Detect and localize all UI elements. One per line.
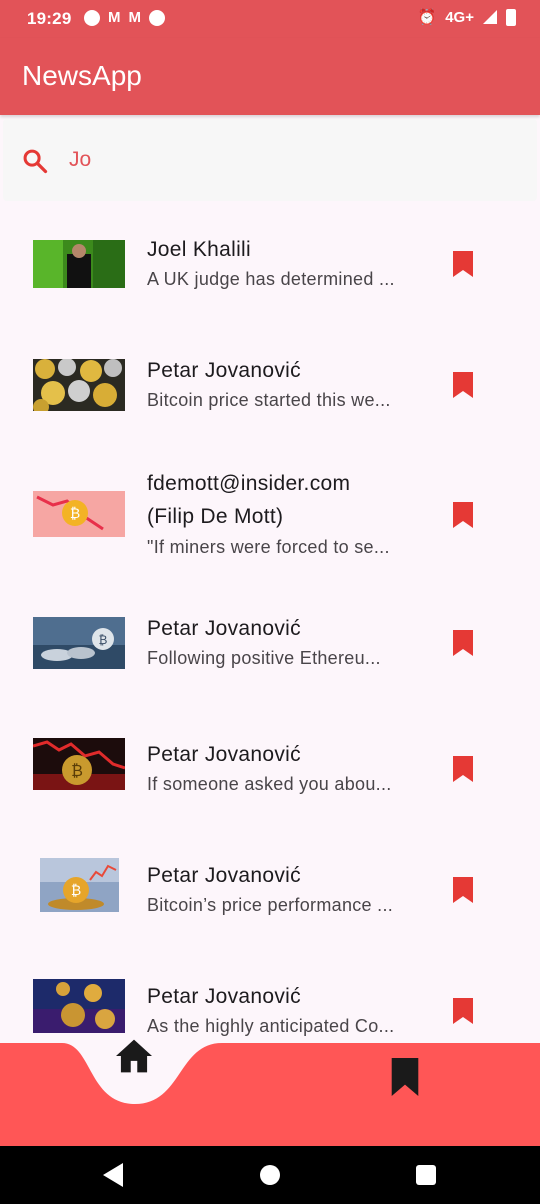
alarm-icon: ⏰ <box>417 9 437 26</box>
back-icon[interactable] <box>103 1163 123 1187</box>
bottom-navigation <box>0 1020 540 1146</box>
svg-text:₿: ₿ <box>99 633 108 647</box>
bookmark-nav-icon[interactable] <box>389 1058 421 1096</box>
article-author: Petar Jovanović <box>147 743 301 766</box>
bookmark-icon[interactable] <box>452 756 474 782</box>
svg-text:₿: ₿ <box>70 506 80 522</box>
battery-icon <box>506 8 516 26</box>
notification-icon <box>149 10 165 26</box>
article-author-line2: (Filip De Mott) <box>147 505 284 528</box>
bookmark-icon[interactable] <box>452 630 474 656</box>
bottom-nav-background <box>0 1043 540 1146</box>
article-thumbnail: ₿ <box>33 738 125 790</box>
article-author: Joel Khalili <box>147 238 251 261</box>
article-description: Bitcoin’s price performance ... <box>147 895 394 915</box>
notification-icon <box>84 10 100 26</box>
article-description: A UK judge has determined ... <box>147 269 395 289</box>
search-icon <box>23 149 48 174</box>
article-thumbnail: ₿ <box>33 617 125 669</box>
bookmark-icon[interactable] <box>452 251 474 277</box>
signal-icon <box>483 10 497 24</box>
article-author: Petar Jovanović <box>147 617 301 640</box>
article-thumbnail: ₿ <box>40 858 119 912</box>
system-icons: ⏰ 4G+ <box>418 8 516 26</box>
article-thumbnail <box>33 240 125 288</box>
article-author: Petar Jovanović <box>147 359 301 382</box>
svg-text:₿: ₿ <box>71 761 83 780</box>
article-description: Following positive Ethereu... <box>147 648 381 668</box>
app-bar: NewsApp <box>0 38 540 115</box>
status-time: 19:29 <box>27 9 72 28</box>
status-bar: 19:29 M M ⏰ 4G+ <box>0 0 540 38</box>
bookmark-icon[interactable] <box>452 877 474 903</box>
article-author: Petar Jovanović <box>147 985 301 1008</box>
article-description: Bitcoin price started this we... <box>147 390 391 410</box>
home-icon[interactable] <box>114 1038 154 1074</box>
gmail-icon: M <box>108 9 121 26</box>
article-author: fdemott@insider.com (Filip De Mott) <box>147 467 350 533</box>
bookmark-icon[interactable] <box>452 502 474 528</box>
app-title: NewsApp <box>22 60 142 91</box>
gmail-icon: M <box>128 9 142 26</box>
article-author-line1: fdemott@insider.com <box>147 472 351 495</box>
bookmark-icon[interactable] <box>452 372 474 398</box>
network-label: 4G+ <box>445 8 474 26</box>
home-circle-icon[interactable] <box>260 1165 280 1185</box>
search-input[interactable] <box>67 141 511 179</box>
article-thumbnail <box>33 359 125 411</box>
recents-icon[interactable] <box>416 1165 436 1185</box>
search-bar[interactable] <box>3 119 537 201</box>
article-author: Petar Jovanović <box>147 864 301 887</box>
article-thumbnail: ₿ <box>33 491 125 537</box>
system-navigation-bar <box>0 1146 540 1204</box>
article-description: If someone asked you abou... <box>147 774 392 794</box>
notification-icons: M M <box>84 10 165 26</box>
svg-text:₿: ₿ <box>71 883 81 899</box>
article-description: "If miners were forced to se... <box>147 537 390 557</box>
